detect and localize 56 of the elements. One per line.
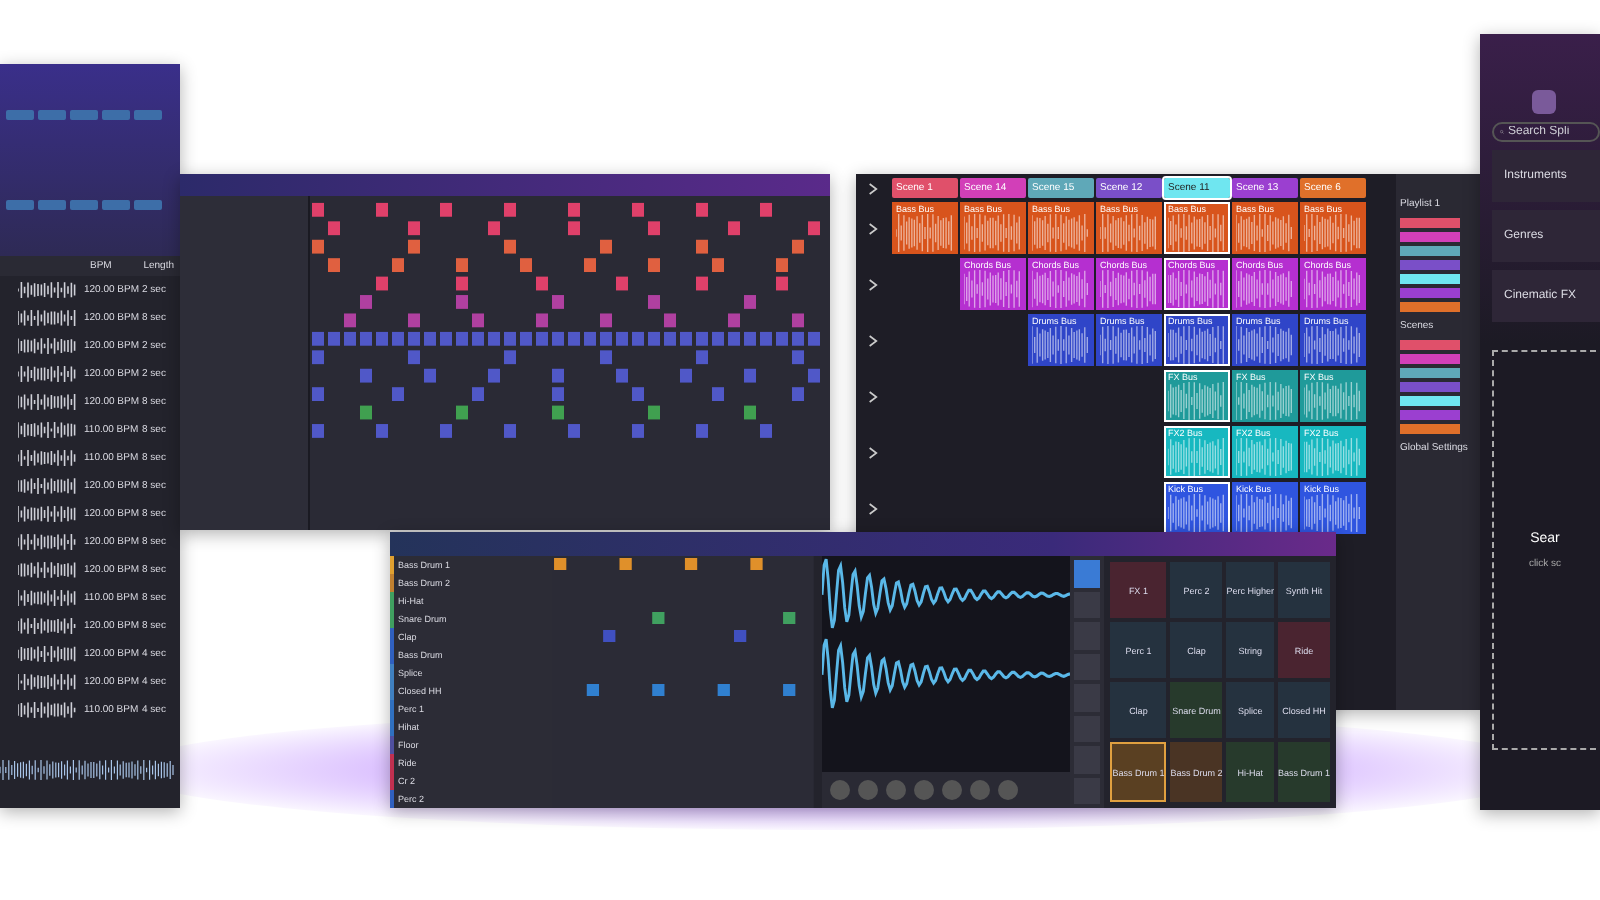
waveform-icon	[18, 394, 78, 410]
waveform-icon	[18, 590, 78, 606]
knob-icon[interactable]	[997, 780, 1018, 800]
waveform-icon	[18, 562, 78, 578]
waveform-icon	[18, 506, 78, 522]
tag-chip[interactable]	[134, 200, 162, 210]
tag-chip[interactable]	[38, 110, 66, 120]
waveform-icon	[18, 450, 78, 466]
waveform-icon	[18, 282, 78, 298]
waveform-icon	[18, 366, 78, 382]
scene-chip[interactable]	[1400, 354, 1460, 364]
chevron-icon[interactable]	[868, 333, 878, 347]
scene-chip[interactable]	[1400, 218, 1460, 228]
waveform-icon	[18, 674, 78, 690]
waveform-icon	[18, 646, 78, 662]
scene-chip[interactable]	[1400, 232, 1460, 242]
knob-icon[interactable]	[829, 780, 850, 800]
scene-chip[interactable]	[1400, 368, 1460, 378]
scene-chip[interactable]	[1400, 246, 1460, 256]
knob-icon[interactable]	[941, 780, 962, 800]
chevron-icon[interactable]	[868, 221, 878, 235]
waveform-icon	[18, 422, 78, 438]
scene-chip[interactable]	[1400, 396, 1460, 406]
knob-icon[interactable]	[885, 780, 906, 800]
tag-chip[interactable]	[6, 110, 34, 120]
knob-icon[interactable]	[913, 780, 934, 800]
scene-chip[interactable]	[1400, 274, 1460, 284]
waveform-icon	[18, 702, 78, 718]
tag-chip[interactable]	[38, 200, 66, 210]
tag-chip[interactable]	[70, 110, 98, 120]
scene-chip[interactable]	[1400, 302, 1460, 312]
chevron-icon[interactable]	[868, 501, 878, 515]
waveform-icon	[18, 534, 78, 550]
scene-chip[interactable]	[1400, 382, 1460, 392]
scene-chip[interactable]	[1400, 288, 1460, 298]
tag-chip[interactable]	[102, 110, 130, 120]
tag-chip[interactable]	[70, 200, 98, 210]
waveform-icon	[18, 310, 78, 326]
waveform-icon	[18, 338, 78, 354]
scene-chip[interactable]	[1400, 340, 1460, 350]
knob-icon[interactable]	[857, 780, 878, 800]
tag-chip[interactable]	[134, 110, 162, 120]
tag-chip[interactable]	[6, 200, 34, 210]
chevron-icon[interactable]	[868, 277, 878, 291]
bank-button[interactable]	[1073, 560, 1101, 587]
knob-icon[interactable]	[969, 780, 990, 800]
waveform-icon	[18, 618, 78, 634]
chevron-icon[interactable]	[868, 445, 878, 459]
chevron-icon[interactable]	[868, 389, 878, 403]
scene-chip[interactable]	[1400, 410, 1460, 420]
logo-icon	[1532, 90, 1556, 114]
tag-chip[interactable]	[102, 200, 130, 210]
scene-chip[interactable]	[1400, 260, 1460, 270]
chevron-icon[interactable]	[868, 181, 878, 195]
scene-chip[interactable]	[1400, 424, 1460, 434]
waveform-icon	[18, 478, 78, 494]
